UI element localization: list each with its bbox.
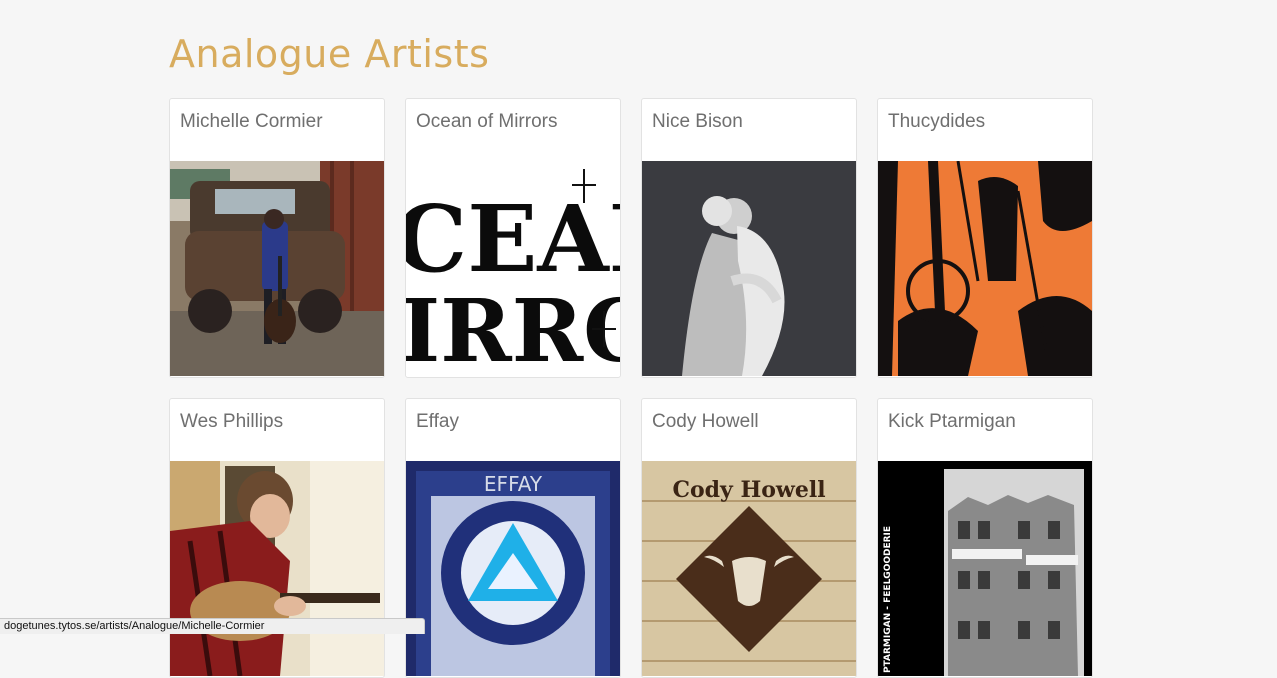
artist-image[interactable] (170, 461, 384, 676)
status-bar-url: dogetunes.tytos.se/artists/Analogue/Mich… (0, 618, 425, 634)
artist-name[interactable]: Cody Howell (652, 411, 759, 433)
artist-image[interactable]: Cody Howell (642, 461, 856, 676)
artist-name[interactable]: Kick Ptarmigan (888, 411, 1016, 433)
artist-card-effay[interactable]: Effay EFFAY (405, 398, 621, 678)
artist-name[interactable]: Wes Phillips (180, 411, 283, 433)
cover-title: EFFAY (484, 472, 543, 496)
artist-image[interactable]: CEAN IRRO (406, 161, 620, 376)
svg-text:CEAN: CEAN (406, 185, 620, 293)
artist-name[interactable]: Effay (416, 411, 459, 433)
artist-name[interactable]: Thucydides (888, 111, 985, 133)
artist-image[interactable]: EFFAY (406, 461, 620, 676)
artist-card-michelle-cormier[interactable]: Michelle Cormier (169, 98, 385, 378)
page-title: Analogue Artists (169, 32, 490, 76)
artist-card-thucydides[interactable]: Thucydides (877, 98, 1093, 378)
artist-card-wes-phillips[interactable]: Wes Phillips (169, 398, 385, 678)
artist-name[interactable]: Michelle Cormier (180, 111, 323, 133)
artist-image[interactable]: PTARMIGAN - FEELGOODERIE (878, 461, 1092, 676)
artist-card-cody-howell[interactable]: Cody Howell Cody Howell (641, 398, 857, 678)
artist-image[interactable] (170, 161, 384, 376)
artist-image[interactable] (878, 161, 1092, 376)
artist-name[interactable]: Nice Bison (652, 111, 743, 133)
cover-title: Cody Howell (672, 477, 825, 503)
svg-text:IRRO: IRRO (406, 281, 620, 376)
artist-card-kick-ptarmigan[interactable]: Kick Ptarmigan PTARMIGAN - FEELGOODERIE (877, 398, 1093, 678)
artist-image[interactable] (642, 161, 856, 376)
artist-card-nice-bison[interactable]: Nice Bison (641, 98, 857, 378)
cover-side-text: PTARMIGAN - FEELGOODERIE (883, 526, 893, 673)
artist-name[interactable]: Ocean of Mirrors (416, 111, 557, 133)
artist-card-ocean-of-mirrors[interactable]: Ocean of Mirrors CEAN IRRO (405, 98, 621, 378)
